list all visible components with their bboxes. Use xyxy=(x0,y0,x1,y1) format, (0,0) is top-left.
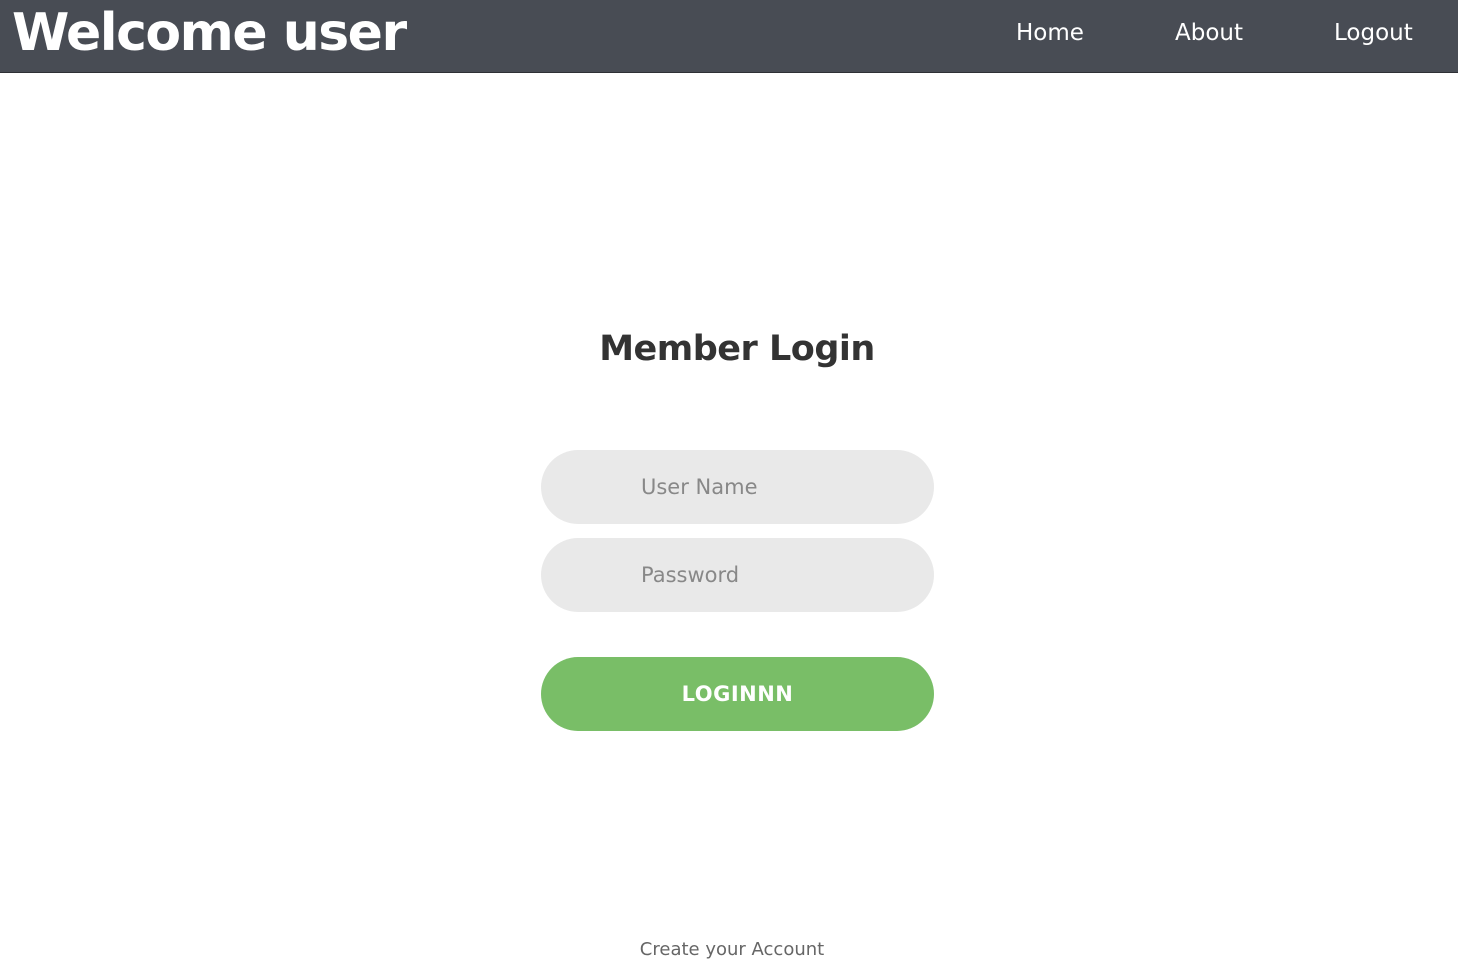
nav-link-logout[interactable]: Logout xyxy=(1334,0,1413,66)
page-brand-title: Welcome user xyxy=(12,3,407,63)
create-account-link[interactable]: Create your Account xyxy=(0,935,1458,965)
nav-link-about[interactable]: About xyxy=(1175,0,1243,66)
nav-link-home[interactable]: Home xyxy=(1016,0,1084,66)
password-input[interactable] xyxy=(541,538,934,612)
login-title: Member Login xyxy=(599,329,875,369)
top-navbar: Welcome user Home About Logout xyxy=(0,0,1458,73)
login-button[interactable]: LOGINNN xyxy=(541,657,934,731)
username-input[interactable] xyxy=(541,450,934,524)
